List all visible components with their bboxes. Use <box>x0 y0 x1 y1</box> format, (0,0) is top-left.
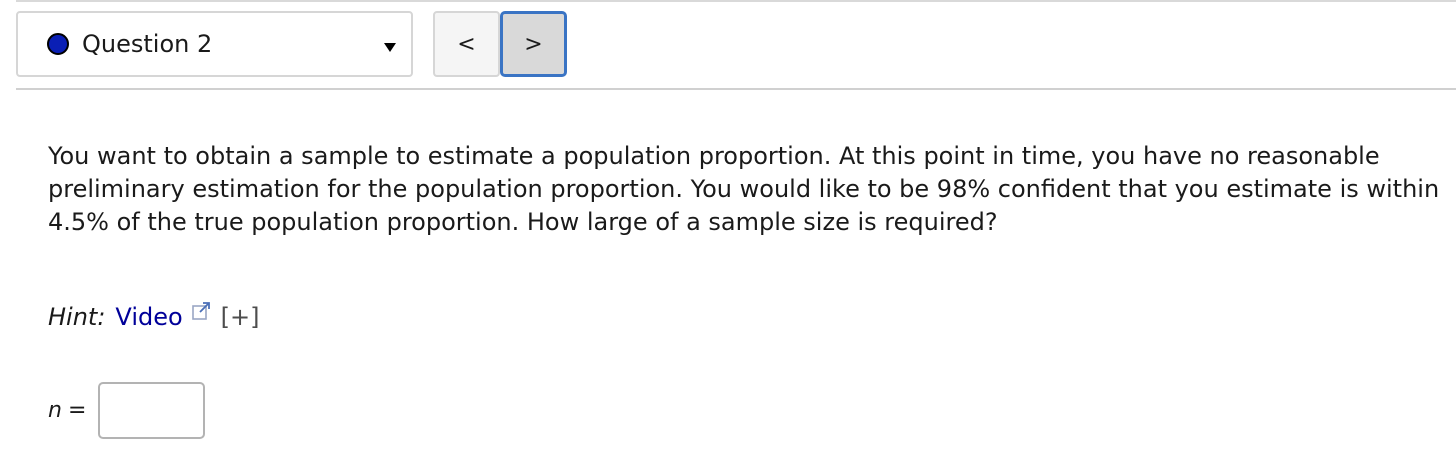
answer-variable-label: n = <box>48 398 86 423</box>
external-link-icon[interactable] <box>191 301 211 321</box>
previous-question-button[interactable]: < <box>433 11 500 77</box>
hint-expand-toggle[interactable]: [+] <box>221 303 260 331</box>
answer-equals-sign: = <box>67 398 87 423</box>
header-divider <box>16 88 1456 90</box>
question-selector[interactable]: Question 2 <box>16 11 413 77</box>
question-text: You want to obtain a sample to estimate … <box>48 142 1440 236</box>
question-selector-label: Question 2 <box>82 30 213 58</box>
chevron-down-icon <box>384 43 396 52</box>
hint-row: Hint: Video [+] <box>48 301 260 331</box>
question-status-dot <box>47 33 69 55</box>
hint-video-link[interactable]: Video <box>115 303 182 331</box>
top-divider <box>16 0 1456 2</box>
answer-variable: n <box>48 398 62 423</box>
sample-size-input[interactable] <box>98 382 206 439</box>
page: Question 2 < > You want to obtain a samp… <box>0 0 1456 462</box>
next-question-button[interactable]: > <box>500 11 567 77</box>
hint-label: Hint: <box>48 303 106 331</box>
answer-row: n = <box>48 382 206 439</box>
